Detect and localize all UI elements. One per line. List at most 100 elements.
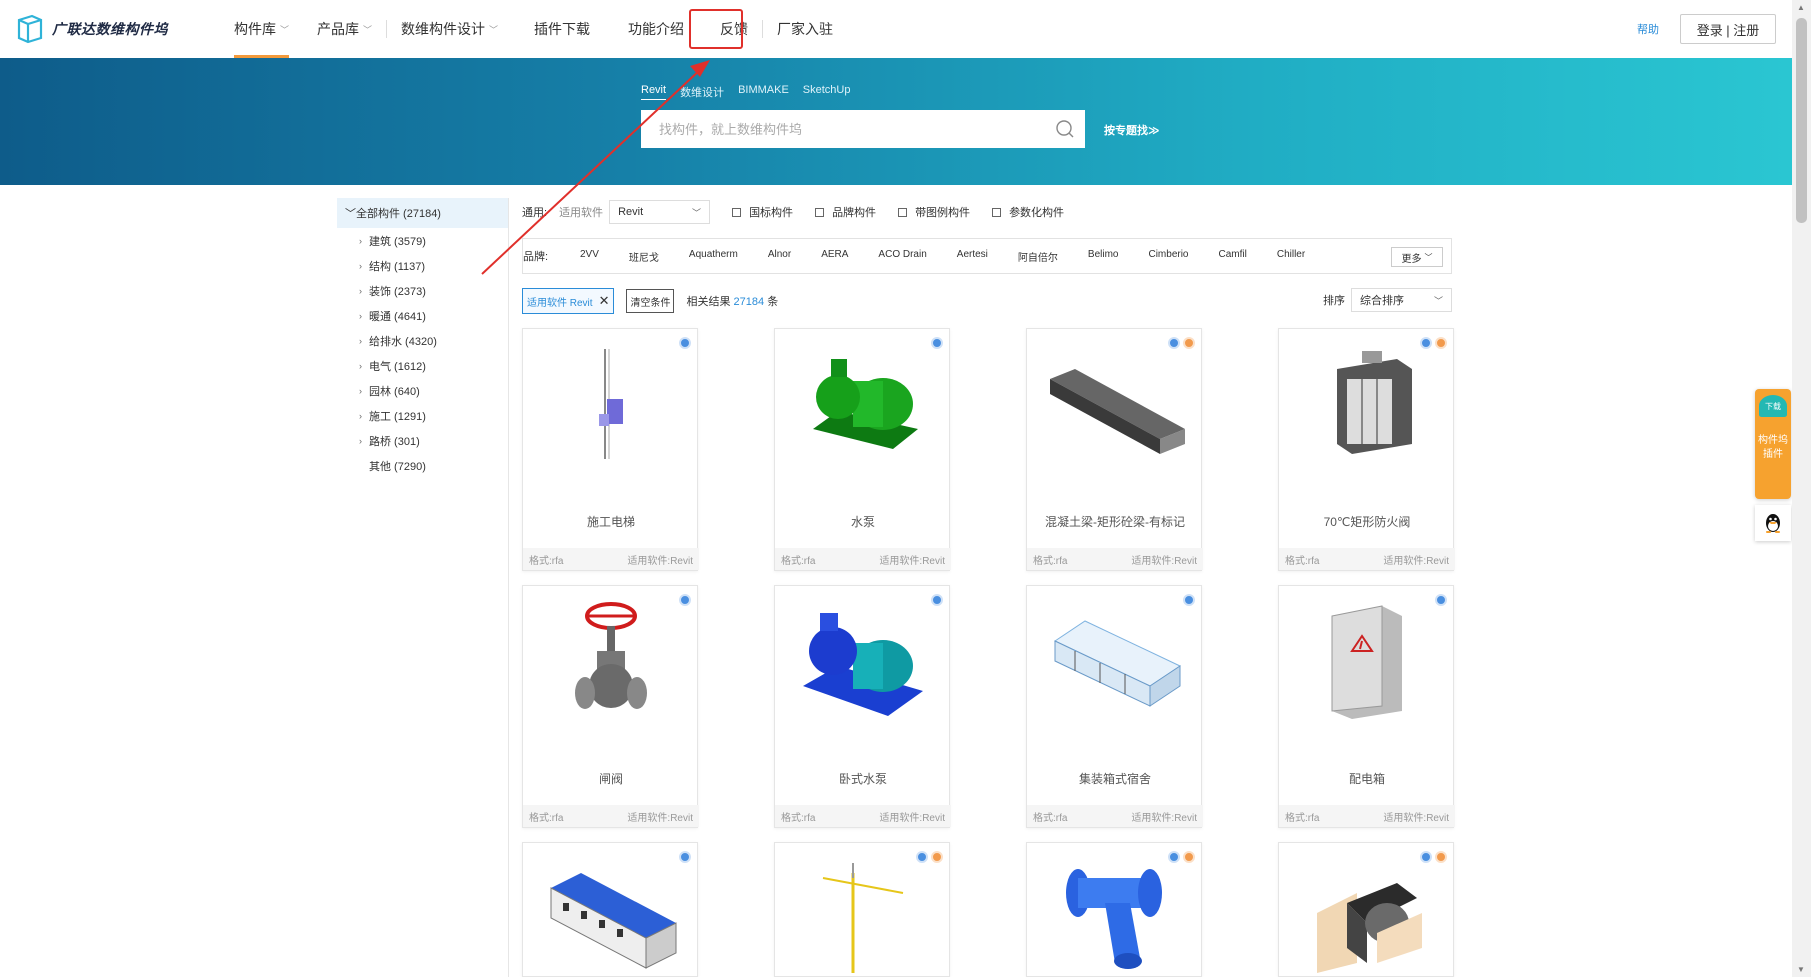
more-brands-button[interactable]: 更多 ﹀ [1391,247,1443,267]
nav-item-plugin-download[interactable]: 插件下载 [512,0,604,58]
sidebar-item-all[interactable]: ﹀ 全部构件 (27184) [337,198,509,228]
brand-option[interactable]: Aertesi [942,249,1003,264]
card-footer: 格式:rfa 适用软件:Revit [1279,805,1455,827]
nav-item-vendor-join[interactable]: 厂家入驻 [763,0,847,58]
search-tab-bimmake[interactable]: BIMMAKE [738,84,789,100]
card-format: 格式:rfa [529,555,564,567]
nav-item-features[interactable]: 功能介绍 [604,0,698,58]
card-format: 格式:rfa [781,555,816,567]
checkbox-with-legend[interactable]: 带图例构件 [898,204,970,220]
checkbox-box[interactable] [815,207,825,217]
sidebar-item[interactable]: › 给排水 (4320) [337,328,509,353]
search-tab-shuwei[interactable]: 数维设计 [680,84,724,100]
revit-badge-icon [1168,851,1180,863]
sidebar-item[interactable]: › 结构 (1137) [337,253,509,278]
component-card[interactable] [522,842,698,977]
nav-menu: 构件库 ﹀ 产品库 ﹀ 数维构件设计 ﹀ 插件下载 功能介绍 反馈 厂家入驻 [220,0,847,58]
search-icon[interactable] [1055,119,1075,139]
card-badges [679,851,691,863]
close-icon[interactable]: ✕ [599,293,610,309]
general-label: 通用: [522,207,548,219]
brand-option[interactable]: 班尼戈 [614,249,674,264]
card-badges [931,337,943,349]
qq-contact-button[interactable] [1755,505,1791,541]
search-tabs: Revit 数维设计 BIMMAKE SketchUp [641,84,851,100]
browse-by-topic-link[interactable]: 按专题找≫ [1104,122,1160,138]
clear-conditions-button[interactable]: 清空条件 [626,289,675,313]
nav-item-product-library[interactable]: 产品库 ﹀ [303,0,386,58]
sidebar-item[interactable]: › 装饰 (2373) [337,278,509,303]
sidebar-item[interactable]: › 施工 (1291) [337,403,509,428]
y-strainer-icon [1027,843,1203,977]
component-card[interactable]: 闸阀 格式:rfa 适用软件:Revit [522,585,699,828]
container-dorm-icon [1027,586,1203,736]
checkbox-parametric[interactable]: 参数化构件 [992,204,1064,220]
nav-item-component-design[interactable]: 数维构件设计 ﹀ [387,0,512,58]
scroll-thumb[interactable] [1796,18,1807,223]
scroll-down-icon[interactable]: ▼ [1797,965,1805,974]
checkbox-brand[interactable]: 品牌构件 [815,204,876,220]
component-card[interactable]: 配电箱格式:rfa 适用软件:Revit [1278,585,1455,828]
software-select[interactable]: Revit ﹀ [609,200,711,224]
scroll-up-icon[interactable]: ▲ [1797,3,1805,12]
chevron-right-icon: › [359,285,362,296]
brand-option[interactable]: Chiller [1262,249,1320,264]
tower-crane-icon [775,843,951,977]
component-card[interactable]: 70℃矩形防火阀 格式:rfa 适用软件:Revit [1278,328,1455,571]
brand-badge-icon [931,851,943,863]
card-format: 格式:rfa [529,812,564,824]
revit-badge-icon [1420,851,1432,863]
download-badge: 下载 [1759,395,1787,417]
component-card[interactable]: 施工电梯 格式:rfa 适用软件:Revit [522,328,699,571]
brand-option[interactable]: 2VV [565,249,614,264]
card-format: 格式:rfa [781,812,816,824]
nav-item-feedback[interactable]: 反馈 [698,0,762,58]
plugin-download-float[interactable]: 下载 构件坞 插件 [1755,389,1791,499]
card-title: 集装箱式宿舍 [1078,772,1151,786]
card-badges [1420,337,1447,349]
component-card[interactable]: 卧式水泵 格式:rfa 适用软件:Revit [774,585,951,828]
brand-option[interactable]: Aquatherm [674,249,753,264]
component-card[interactable] [1278,842,1454,977]
checkbox-box[interactable] [732,207,742,217]
software-label: 适用软件 [559,207,604,219]
help-link[interactable]: 帮助 [1637,21,1659,37]
brand-option[interactable]: Cimberio [1133,249,1203,264]
nav-item-component-library[interactable]: 构件库 ﹀ [220,0,303,58]
sidebar-item[interactable]: › 园林 (640) [337,378,509,403]
checkbox-box[interactable] [898,207,908,217]
brand-option[interactable]: Belimo [1073,249,1134,264]
fire-damper-icon [1279,329,1455,479]
card-title: 配电箱 [1348,772,1385,786]
sort-select[interactable]: 综合排序 ﹀ [1351,288,1452,312]
sidebar-item[interactable]: 其他 (7290) [337,453,509,478]
logo[interactable]: 广联达数维构件坞 [16,14,168,44]
active-filter-tag[interactable]: 适用软件 Revit ✕ [522,288,615,314]
component-card[interactable] [1026,842,1202,977]
search-tab-sketchup[interactable]: SketchUp [803,84,851,100]
page-scrollbar[interactable]: ▲ ▼ [1792,0,1811,977]
component-card[interactable]: 集装箱式宿舍 格式:rfa 适用软件:Revit [1026,585,1203,828]
brand-option[interactable]: AERA [806,249,863,264]
sidebar-item[interactable]: › 暖通 (4641) [337,303,509,328]
checkbox-national-standard[interactable]: 国标构件 [732,204,793,220]
sidebar-item[interactable]: › 路桥 (301) [337,428,509,453]
brand-option[interactable]: Alnor [753,249,806,264]
search-tab-revit[interactable]: Revit [641,84,667,100]
sidebar-item[interactable]: › 建筑 (3579) [337,228,509,253]
component-card[interactable]: 混凝土梁-矩形砼梁-有标记 格式:rfa 适用软件:Revit [1026,328,1203,571]
component-card[interactable] [774,842,950,977]
checkbox-box[interactable] [992,207,1002,217]
card-title: 施工电梯 [586,515,635,529]
component-card[interactable]: 水泵 格式:rfa 适用软件:Revit [774,328,951,571]
brand-option[interactable]: ACO Drain [863,249,941,264]
sidebar-item[interactable]: › 电气 (1612) [337,353,509,378]
card-badges [1168,337,1195,349]
top-navbar: 广联达数维构件坞 构件库 ﹀ 产品库 ﹀ 数维构件设计 ﹀ 插件下载 功能介绍 反馈 … [0,0,1792,58]
horizontal-pump-icon [775,586,951,736]
chevron-right-icon: › [359,335,362,346]
login-register-button[interactable]: 登录 | 注册 [1680,14,1776,44]
search-input[interactable] [659,121,1039,137]
brand-option[interactable]: 阿自倍尔 [1003,249,1073,264]
brand-option[interactable]: Camfil [1204,249,1262,264]
